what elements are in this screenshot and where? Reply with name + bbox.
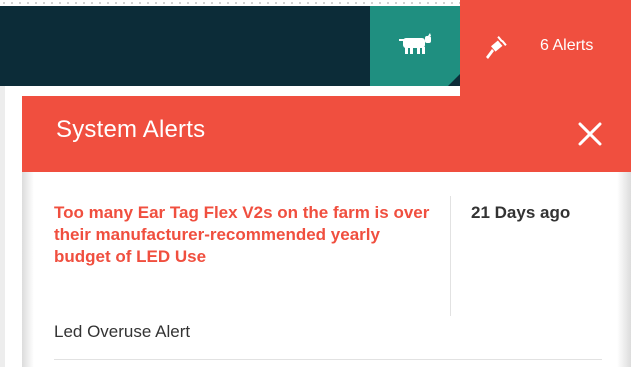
alert-type: Led Overuse Alert <box>54 322 191 341</box>
alerts-count: 6 Alerts <box>540 37 594 54</box>
system-alerts-panel: System Alerts Too many Ear Tag Flex V2s … <box>22 96 631 367</box>
alerts-list: Too many Ear Tag Flex V2s on the farm is… <box>22 172 631 367</box>
alert-item[interactable]: Too many Ear Tag Flex V2s on the farm is… <box>22 172 631 362</box>
herd-tab[interactable] <box>370 6 460 86</box>
background-edge <box>0 86 5 367</box>
close-icon <box>572 122 608 156</box>
panel-title: System Alerts <box>56 116 206 143</box>
alerts-tab[interactable]: 6 Alerts <box>460 0 631 96</box>
alert-message: Too many Ear Tag Flex V2s on the farm is… <box>54 203 430 266</box>
alert-separator <box>54 359 602 360</box>
plug-icon <box>483 33 509 64</box>
alert-divider <box>450 196 451 316</box>
cow-icon <box>395 32 435 61</box>
panel-header: System Alerts <box>22 96 631 172</box>
close-button[interactable] <box>572 116 608 152</box>
alert-time: 21 Days ago <box>471 203 571 222</box>
